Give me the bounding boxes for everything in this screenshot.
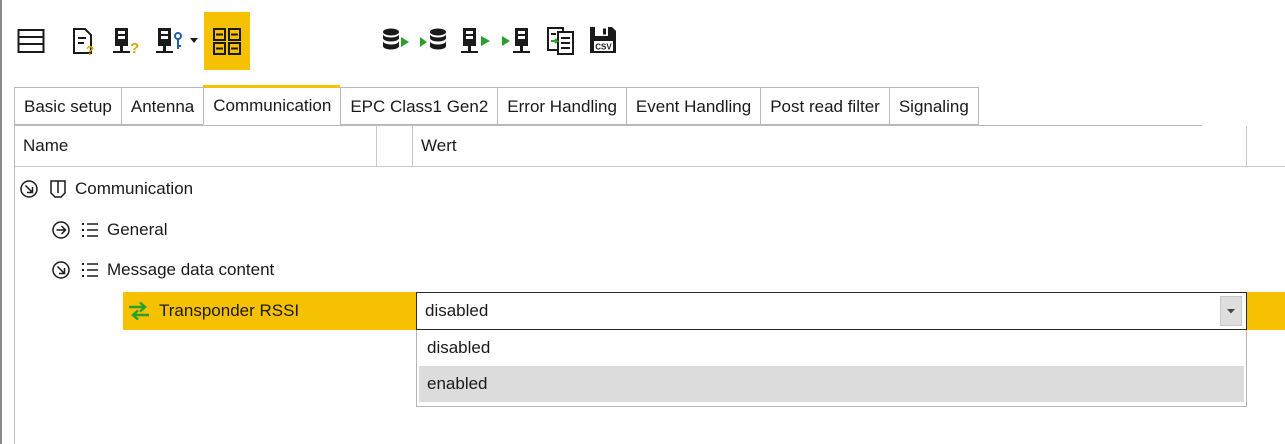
header-filler — [1247, 126, 1285, 166]
combobox-dropdown-list: disabled enabled — [416, 330, 1247, 407]
save-csv-button[interactable]: CSV — [586, 12, 620, 70]
combobox-dropdown-button[interactable] — [1220, 296, 1242, 326]
document-question-icon: ? — [73, 28, 94, 56]
compare-table-icon — [547, 27, 574, 55]
combobox-current-value: disabled — [425, 301, 489, 320]
grid-header: Name Wert — [15, 126, 1285, 167]
device-module-icon — [49, 179, 67, 199]
header-spacer — [377, 126, 413, 166]
svg-text:?: ? — [130, 40, 139, 57]
database-write-button[interactable] — [418, 12, 454, 70]
property-grid: Name Wert Communication General Message … — [14, 125, 1285, 444]
compare-button[interactable] — [544, 12, 578, 70]
swap-arrows-icon — [127, 301, 151, 321]
device-key-icon — [156, 28, 182, 53]
svg-text:CSV: CSV — [595, 43, 612, 52]
device-write-button[interactable] — [500, 12, 536, 70]
rssi-value-combobox[interactable]: disabled — [416, 292, 1247, 330]
window-left-border — [0, 0, 2, 444]
expand-icon[interactable] — [51, 220, 71, 240]
tab-post-read-filter[interactable]: Post read filter — [760, 87, 889, 125]
device-key-dropdown[interactable] — [188, 12, 200, 70]
chevron-down-icon — [190, 38, 198, 43]
tab-event-handling[interactable]: Event Handling — [625, 87, 761, 125]
toolbar: ? ? CSV — [14, 12, 914, 70]
tab-error-handling[interactable]: Error Handling — [497, 87, 626, 125]
tab-basic-setup[interactable]: Basic setup — [14, 87, 121, 125]
save-csv-icon: CSV — [590, 27, 616, 53]
tab-signaling[interactable]: Signaling — [888, 87, 979, 125]
device-read-button[interactable] — [460, 12, 494, 70]
tab-antenna[interactable]: Antenna — [120, 87, 204, 125]
property-label-transponder-rssi: Transponder RSSI — [159, 301, 300, 320]
document-info-button[interactable]: ? — [68, 12, 98, 70]
tree-row-communication[interactable]: Communication — [15, 169, 1285, 209]
tab-epc-class1-gen2[interactable]: EPC Class1 Gen2 — [340, 87, 498, 125]
collapse-icon[interactable] — [51, 260, 71, 280]
name-column-header[interactable]: Name — [15, 126, 377, 166]
tree-label-general: General — [107, 220, 168, 239]
tree-label-message-data-content: Message data content — [107, 260, 275, 279]
panel-layout-button[interactable] — [14, 12, 48, 70]
value-column-header[interactable]: Wert — [413, 126, 1247, 166]
device-read-icon — [461, 28, 490, 53]
device-key-button[interactable] — [152, 12, 186, 70]
tab-strip: Basic setup Antenna Communication EPC Cl… — [14, 85, 979, 126]
panel-layout-icon — [17, 29, 45, 53]
grid-view-icon — [213, 28, 241, 55]
device-write-icon — [502, 28, 530, 53]
option-disabled[interactable]: disabled — [419, 330, 1244, 366]
database-read-button[interactable] — [380, 12, 412, 70]
list-icon — [81, 221, 99, 239]
tree-row-message-data-content[interactable]: Message data content — [15, 250, 1285, 290]
option-enabled[interactable]: enabled — [419, 366, 1244, 402]
tree-label-communication: Communication — [75, 179, 194, 198]
database-write-icon — [420, 28, 446, 50]
collapse-icon[interactable] — [19, 179, 39, 199]
list-icon — [81, 261, 99, 279]
tab-communication[interactable]: Communication — [203, 85, 341, 125]
device-query-button[interactable]: ? — [108, 12, 144, 70]
device-question-icon: ? — [113, 28, 139, 57]
svg-text:?: ? — [86, 43, 94, 56]
chevron-down-icon — [1227, 308, 1235, 313]
database-read-icon — [383, 28, 409, 50]
tree-row-general[interactable]: General — [15, 210, 1285, 250]
property-transponder-rssi[interactable]: Transponder RSSI — [123, 292, 417, 330]
grid-view-button[interactable] — [204, 12, 250, 70]
